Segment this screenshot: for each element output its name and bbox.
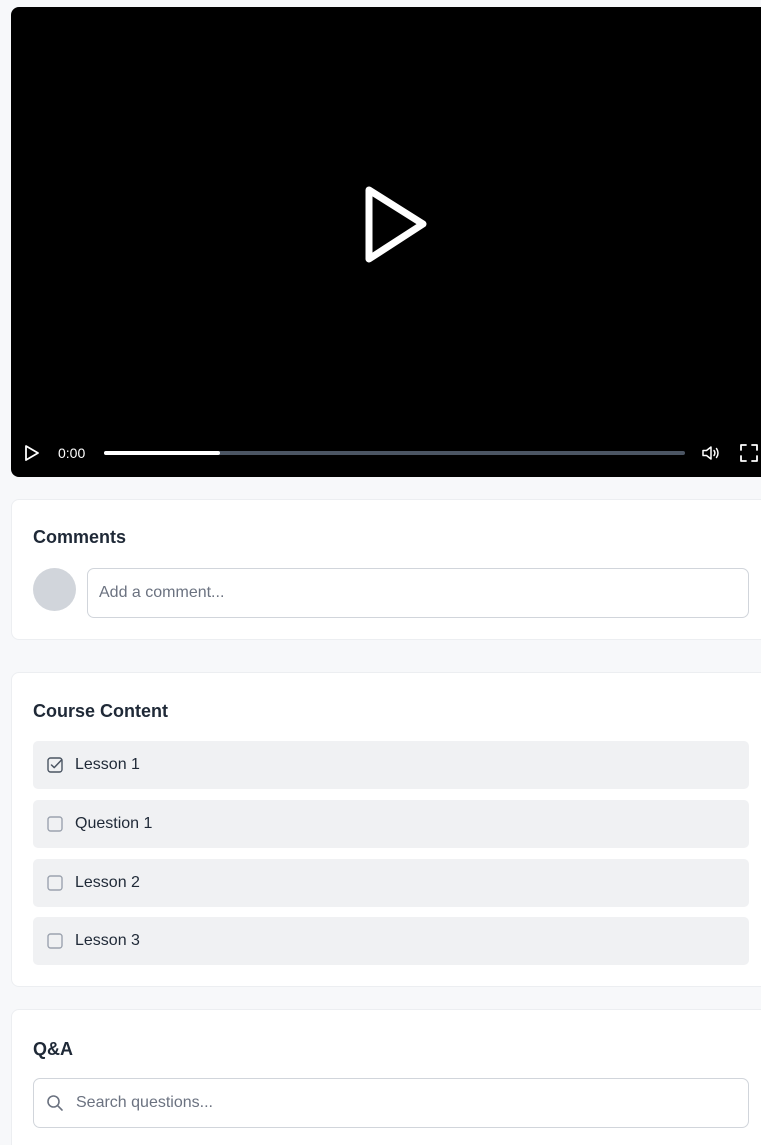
checkbox-checked-icon[interactable]	[47, 757, 63, 773]
checkbox-empty-icon[interactable]	[47, 875, 63, 891]
qa-title: Q&A	[33, 1039, 73, 1059]
progress-bar[interactable]	[104, 451, 685, 455]
fullscreen-icon[interactable]	[739, 443, 759, 463]
course-item-label: Lesson 2	[75, 874, 140, 891]
course-content-title: Course Content	[33, 701, 168, 721]
search-icon	[47, 1095, 63, 1111]
search-input[interactable]	[76, 1079, 736, 1127]
comment-input[interactable]	[87, 568, 749, 618]
course-content-card: Course Content Lesson 1 Question 1 Lesso…	[11, 672, 761, 987]
volume-icon[interactable]	[701, 444, 721, 462]
course-player-page: 0:00 Comments Course Content	[0, 0, 761, 1145]
qa-card: Q&A	[11, 1009, 761, 1145]
play-icon[interactable]	[24, 444, 40, 462]
course-item-lesson-3[interactable]: Lesson 3	[33, 917, 749, 965]
course-item-label: Question 1	[75, 815, 153, 832]
big-play-icon[interactable]	[361, 182, 431, 267]
course-item-lesson-2[interactable]: Lesson 2	[33, 859, 749, 907]
checkbox-empty-icon[interactable]	[47, 933, 63, 949]
course-item-label: Lesson 1	[75, 756, 140, 773]
course-item-lesson-1[interactable]: Lesson 1	[33, 741, 749, 789]
video-player[interactable]: 0:00	[11, 7, 761, 477]
avatar	[33, 568, 76, 611]
comments-card: Comments	[11, 499, 761, 640]
course-item-question-1[interactable]: Question 1	[33, 800, 749, 848]
checkbox-empty-icon[interactable]	[47, 816, 63, 832]
course-item-label: Lesson 3	[75, 932, 140, 949]
progress-fill	[104, 451, 221, 455]
comments-title: Comments	[33, 527, 127, 547]
video-controls: 0:00	[11, 431, 761, 477]
search-box[interactable]	[33, 1078, 749, 1128]
current-time: 0:00	[58, 445, 86, 461]
